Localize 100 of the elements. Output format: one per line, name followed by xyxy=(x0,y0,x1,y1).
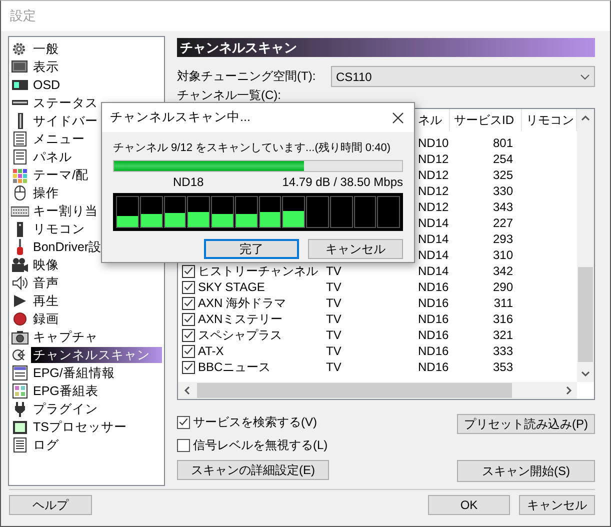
table-cell: スペシャプラス xyxy=(198,326,282,344)
sidebar-item[interactable]: 一般 xyxy=(31,41,61,57)
checkbox[interactable] xyxy=(182,264,195,278)
table-cell: AXNミステリー xyxy=(198,310,283,328)
sidebar-item[interactable]: テーマ/配 xyxy=(31,167,90,183)
checkbox[interactable] xyxy=(182,328,195,342)
record-icon xyxy=(11,311,29,327)
sidebar-item[interactable]: キャプチャ xyxy=(31,329,100,345)
dialog-button[interactable]: キャンセル xyxy=(308,239,403,259)
table-cell: 330 xyxy=(492,184,513,198)
sidebar-item[interactable]: チャンネルスキャン xyxy=(31,347,162,363)
checkbox[interactable] xyxy=(182,344,195,358)
document-icon xyxy=(11,437,29,453)
table-cell: ND16 xyxy=(418,280,449,294)
sidebar-item[interactable]: EPG/番組情報 xyxy=(31,365,117,381)
scrollbar[interactable] xyxy=(577,109,594,382)
cancel-button[interactable]: キャンセル xyxy=(519,495,595,515)
document-icon xyxy=(11,149,29,165)
table-cell: 227 xyxy=(492,216,513,230)
section-heading: チャンネルスキャン xyxy=(177,38,595,57)
checkbox[interactable] xyxy=(177,439,190,452)
table-cell: ND12 xyxy=(418,152,449,166)
table-cell: TV xyxy=(326,280,342,294)
table-cell: ND16 xyxy=(418,296,449,310)
table-cell: ND14 xyxy=(418,264,449,278)
close-icon[interactable] xyxy=(392,112,404,124)
dialog-button[interactable]: 完了 xyxy=(204,239,299,259)
table-cell: 311 xyxy=(494,296,513,310)
table-cell: 325 xyxy=(492,168,513,182)
chevron-down-icon xyxy=(580,74,590,80)
table-cell: 353 xyxy=(492,360,513,374)
field-label: チャンネル一覧(C): xyxy=(177,88,282,102)
table-cell: 254 xyxy=(492,152,513,166)
sidebar-item[interactable]: パネル xyxy=(31,149,74,165)
table-cell: ND16 xyxy=(418,312,449,326)
sidebar-item[interactable]: 録画 xyxy=(31,311,61,327)
status-text: チャンネル 9/12 をスキャンしています...(残り時間 0:40) xyxy=(113,141,390,156)
table-cell: 801 xyxy=(492,136,513,150)
table-cell: ND14 xyxy=(418,232,449,246)
sidebar-item[interactable]: ログ xyxy=(31,437,61,453)
checkbox[interactable] xyxy=(182,280,195,294)
chip-icon xyxy=(11,419,29,435)
sidebar-item[interactable]: メニュー xyxy=(31,131,87,147)
table-cell: TV xyxy=(326,264,342,278)
checkbox[interactable] xyxy=(182,360,195,374)
checkbox[interactable] xyxy=(177,416,190,429)
table-cell: AT-X xyxy=(198,344,224,358)
table-cell: 310 xyxy=(492,248,513,262)
sidebar-item[interactable]: OSD xyxy=(31,77,62,93)
sidebar-item[interactable]: EPG番組表 xyxy=(31,383,100,399)
column-header[interactable]: サービスID xyxy=(450,109,522,131)
checkbox[interactable] xyxy=(182,312,195,326)
color-grid-icon xyxy=(11,167,29,183)
start-button[interactable]: スキャン開始(S) xyxy=(457,460,595,482)
table-cell: 343 xyxy=(492,200,513,214)
preset-button[interactable]: プリセット読み込み(P) xyxy=(457,414,595,434)
table-cell: TV xyxy=(326,328,342,342)
bar-icon xyxy=(18,113,23,129)
table-cell: ND14 xyxy=(418,248,449,262)
scrollbar[interactable] xyxy=(178,382,577,399)
field-label: 対象チューニング空間(T): xyxy=(177,68,317,85)
table-cell: BBCニュース xyxy=(198,358,271,376)
sidebar-item[interactable]: キー割り当 xyxy=(31,203,100,219)
chevron-up-icon xyxy=(581,114,590,120)
table-cell: ND10 xyxy=(418,136,449,150)
table-cell: TV xyxy=(326,312,342,326)
signal-reading: 14.79 dB / 38.50 Mbps xyxy=(282,175,403,189)
table-cell: 293 xyxy=(492,232,513,246)
checkbox-label: 信号レベルを無視する(L) xyxy=(193,437,328,454)
chevron-left-icon xyxy=(184,386,190,395)
sidebar-item[interactable]: サイドバー xyxy=(31,113,100,129)
sidebar-item[interactable]: リモコン xyxy=(31,221,87,237)
sidebar-item[interactable]: 音声 xyxy=(31,275,61,291)
camera-icon xyxy=(11,329,29,345)
dropdown[interactable]: CS110 xyxy=(331,66,595,87)
window-title: 設定 xyxy=(10,7,36,25)
table-cell: ND12 xyxy=(418,168,449,182)
table-cell: TV xyxy=(326,344,342,358)
help-button[interactable]: ヘルプ xyxy=(9,495,92,515)
sidebar-item[interactable]: 再生 xyxy=(31,293,61,309)
table-cell: 290 xyxy=(492,280,513,294)
video-camera-icon xyxy=(11,257,29,273)
screen-icon xyxy=(11,77,29,93)
sidebar-item[interactable]: ステータス xyxy=(31,95,100,111)
chevron-right-icon xyxy=(566,386,572,395)
checkbox[interactable] xyxy=(182,296,195,310)
dialog-title: チャンネルスキャン中... xyxy=(110,109,250,126)
sidebar-item[interactable]: プラグイン xyxy=(31,401,100,417)
sidebar-item[interactable]: BonDriver設 xyxy=(31,239,104,255)
sidebar-item[interactable]: TSプロセッサー xyxy=(31,419,129,435)
table-cell: ND16 xyxy=(418,360,449,374)
ok-button[interactable]: OK xyxy=(428,495,510,515)
details-button[interactable]: スキャンの詳細設定(E) xyxy=(177,460,329,480)
sidebar-item[interactable]: 操作 xyxy=(31,185,61,201)
sidebar-item[interactable]: 映像 xyxy=(31,257,61,273)
checkbox-label: サービスを検索する(V) xyxy=(193,414,317,431)
sidebar-item[interactable]: 表示 xyxy=(31,59,61,75)
table-cell: ヒストリーチャンネル xyxy=(198,262,318,280)
table-cell: 342 xyxy=(492,264,513,278)
bar-icon xyxy=(11,100,29,105)
